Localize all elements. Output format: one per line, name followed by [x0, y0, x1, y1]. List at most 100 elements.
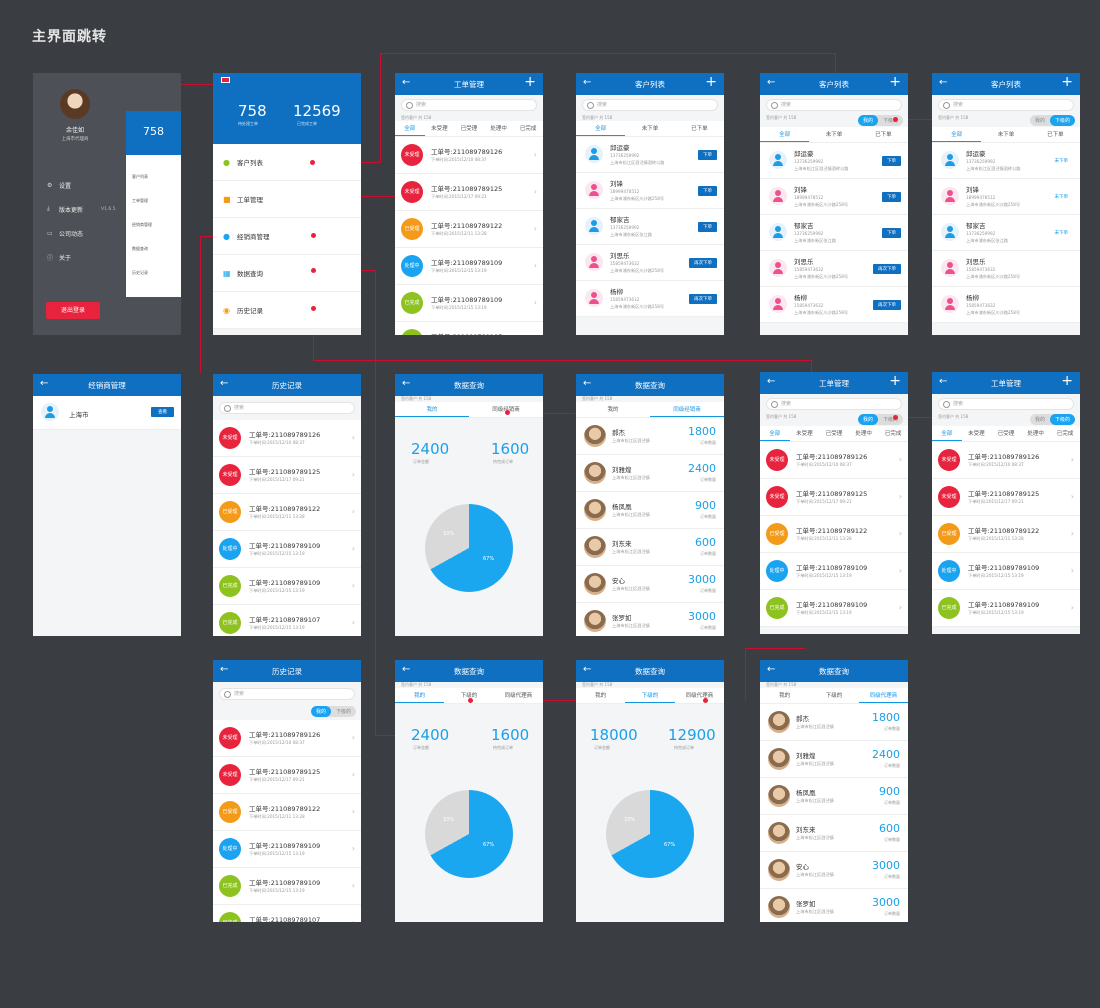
menu-item-history[interactable]: ◉ 历史记录: [213, 292, 361, 329]
list-item[interactable]: 未受理 工单号:211089789126 下单时间:2015/12/10 08:…: [395, 137, 543, 174]
tab-accepted[interactable]: 已受理: [454, 121, 484, 136]
tab-all[interactable]: 全部: [932, 127, 982, 142]
list-item[interactable]: 未受理 工单号:211089789125 下单时间:2015/12/17 09:…: [213, 457, 361, 494]
order-button[interactable]: 下单: [698, 222, 717, 232]
list-item[interactable]: 已完成 工单号:211089789107 下单时间:2015/12/15 13:…: [213, 905, 361, 922]
avatar[interactable]: [60, 89, 90, 119]
back-icon[interactable]: ←: [402, 664, 410, 675]
back-icon[interactable]: ←: [220, 664, 228, 675]
search-input[interactable]: 搜索: [938, 99, 1074, 111]
list-item[interactable]: 郁家吉 13736259992 上海市浦东新区张江路 下单: [760, 215, 908, 251]
order-button[interactable]: 未下单: [1049, 156, 1073, 166]
list-item[interactable]: 已受理 工单号:211089789122 下单时间:2015/12/11 13:…: [213, 494, 361, 531]
tab-ordered[interactable]: 已下单: [1031, 127, 1080, 142]
menu-item-dealers[interactable]: ● 经销商管理: [213, 218, 361, 255]
list-item[interactable]: 刘东来 上海市松江区泗泾镇 600 订单数量: [760, 815, 908, 852]
list-item[interactable]: 已受理 工单号:211089789122 下单时间:2015/12/11 13:…: [932, 516, 1080, 553]
tab-all[interactable]: 全部: [395, 121, 425, 136]
menu-about[interactable]: ⓘ 关于: [47, 245, 127, 269]
list-item[interactable]: 郝杰 上海市松江区泗泾镇 1800 订单数量: [760, 704, 908, 741]
back-icon[interactable]: ←: [767, 77, 775, 88]
list-item[interactable]: 刘雅煌 上海市松江区泗泾镇 2400 订单数量: [576, 455, 724, 492]
search-input[interactable]: 搜索: [219, 688, 355, 700]
back-icon[interactable]: ←: [402, 77, 410, 88]
tab-mine[interactable]: 我的: [576, 402, 650, 417]
list-item[interactable]: 已完成 工单号:211089789107 下单时间:2015/12/15 13:…: [395, 322, 543, 335]
dealer-row[interactable]: 上海市 查看: [33, 396, 181, 430]
back-icon[interactable]: ←: [939, 376, 947, 387]
menu-item-customers[interactable]: ● 客户列表: [213, 144, 361, 181]
list-item[interactable]: 已完成 工单号:211089789109 下单时间:2015/12/15 13:…: [932, 590, 1080, 627]
order-button[interactable]: 再次下单: [689, 258, 717, 268]
tab-not-ordered[interactable]: 未下单: [625, 121, 674, 136]
list-item[interactable]: 已受理 工单号:211089789122 下单时间:2015/12/11 13:…: [395, 211, 543, 248]
list-item[interactable]: 安心 上海市松江区泗泾镇 3000 订单数量: [760, 852, 908, 889]
order-button[interactable]: 未下单: [1049, 192, 1073, 202]
menu-item-data[interactable]: ▦ 数据查询: [213, 255, 361, 292]
flag-icon[interactable]: [221, 77, 230, 83]
list-item[interactable]: 处理中 工单号:211089789109 下单时间:2015/12/15 13:…: [213, 831, 361, 868]
list-item[interactable]: 已受理 工单号:211089789122 下单时间:2015/12/11 13:…: [760, 516, 908, 553]
list-item[interactable]: 处理中 工单号:211089789109 下单时间:2015/12/15 13:…: [760, 553, 908, 590]
list-item[interactable]: 未受理 工单号:211089789125 下单时间:2015/12/17 09:…: [760, 479, 908, 516]
back-icon[interactable]: ←: [939, 77, 947, 88]
list-item[interactable]: 刘锋 18999478512 上海市浦东新区川沙路258号 未下单: [932, 179, 1080, 215]
list-item[interactable]: 未受理 工单号:211089789126 下单时间:2015/12/10 08:…: [932, 442, 1080, 479]
add-icon[interactable]: +: [1061, 74, 1073, 90]
view-button[interactable]: 查看: [151, 407, 174, 417]
back-icon[interactable]: ←: [40, 378, 48, 389]
list-item[interactable]: 郁家吉 13736259992 上海市浦东新区张江路 未下单: [932, 215, 1080, 251]
menu-item-work-orders[interactable]: ■ 工单管理: [213, 181, 361, 218]
scope-toggle[interactable]: 我的 下级的: [1029, 115, 1075, 126]
list-item[interactable]: 郁家吉 13736259992 上海市浦东新区张江路 下单: [576, 209, 724, 245]
list-item[interactable]: 刘锋 18999478512 上海市浦东新区川沙路258号 下单: [576, 173, 724, 209]
search-input[interactable]: 搜索: [219, 402, 355, 414]
add-icon[interactable]: +: [889, 373, 901, 389]
back-icon[interactable]: ←: [402, 378, 410, 389]
tab-processing[interactable]: 处理中: [484, 121, 514, 136]
menu-settings[interactable]: ⚙ 设置: [47, 173, 127, 197]
order-button[interactable]: 未下单: [1049, 228, 1073, 238]
list-item[interactable]: 已完成 工单号:211089789109 下单时间:2015/12/15 13:…: [213, 868, 361, 905]
tab-all[interactable]: 全部: [760, 127, 810, 142]
list-item[interactable]: 邱运豪 13736259992 上海市松江区泗泾镇泗砖公路 未下单: [932, 143, 1080, 179]
search-input[interactable]: 搜索: [401, 99, 537, 111]
scope-toggle[interactable]: 我的 下级的: [310, 706, 356, 717]
back-icon[interactable]: ←: [583, 77, 591, 88]
list-item[interactable]: 未受理 工单号:211089789125 下单时间:2015/12/17 09:…: [213, 757, 361, 794]
tab-peer-dealers[interactable]: 同级经销商: [650, 402, 724, 417]
list-item[interactable]: 杨柳 15859473632 上海市浦东新区川沙路258号 再次下单: [576, 281, 724, 317]
list-item[interactable]: 未受理 工单号:211089789125 下单时间:2015/12/17 09:…: [395, 174, 543, 211]
search-input[interactable]: 搜索: [938, 398, 1074, 410]
list-item[interactable]: 杨柳 15859473632 上海市浦东新区川沙路258号 再次下单: [760, 287, 908, 323]
back-icon[interactable]: ←: [583, 664, 591, 675]
list-item[interactable]: 刘思乐 15859473632 上海市浦东新区川沙路258号 再次下单: [576, 245, 724, 281]
list-item[interactable]: 杨凤凰 上海市松江区泗泾镇 900 订单数量: [576, 492, 724, 529]
list-item[interactable]: 未受理 工单号:211089789126 下单时间:2015/12/10 08:…: [760, 442, 908, 479]
list-item[interactable]: 处理中 工单号:211089789109 下单时间:2015/12/15 13:…: [213, 531, 361, 568]
back-icon[interactable]: ←: [583, 378, 591, 389]
list-item[interactable]: 张罗如 上海市松江区泗泾镇 3000 订单数量: [576, 603, 724, 636]
order-button[interactable]: 下单: [882, 156, 901, 166]
add-icon[interactable]: +: [705, 74, 717, 90]
list-item[interactable]: 已受理 工单号:211089789122 下单时间:2015/12/11 13:…: [213, 794, 361, 831]
list-item[interactable]: 杨柳 15859473632 上海市浦东新区川沙路258号: [932, 287, 1080, 323]
order-button[interactable]: 再次下单: [689, 294, 717, 304]
list-item[interactable]: 处理中 工单号:211089789109 下单时间:2015/12/15 13:…: [395, 248, 543, 285]
menu-news[interactable]: ▭ 公司动态: [47, 221, 127, 245]
tab-mine[interactable]: 我的: [395, 402, 469, 417]
order-button[interactable]: 下单: [882, 228, 901, 238]
list-item[interactable]: 已完成 工单号:211089789109 下单时间:2015/12/15 13:…: [760, 590, 908, 627]
list-item[interactable]: 郝杰 上海市松江区泗泾镇 1800 订单数量: [576, 418, 724, 455]
list-item[interactable]: 邱运豪 13736259992 上海市松江区泗泾镇泗砖公路 下单: [576, 137, 724, 173]
menu-update[interactable]: ⤓ 版本更新 V1.6.5: [47, 197, 127, 221]
search-input[interactable]: 搜索: [582, 99, 718, 111]
list-item[interactable]: 刘雅煌 上海市松江区泗泾镇 2400 订单数量: [760, 741, 908, 778]
list-item[interactable]: 已完成 工单号:211089789109 下单时间:2015/12/15 13:…: [213, 568, 361, 605]
list-item[interactable]: 邱运豪 13736259992 上海市松江区泗泾镇泗砖公路 下单: [760, 143, 908, 179]
list-item[interactable]: 已完成 工单号:211089789107 下单时间:2015/12/15 13:…: [213, 605, 361, 636]
add-icon[interactable]: +: [1061, 373, 1073, 389]
tab-ordered[interactable]: 已下单: [859, 127, 908, 142]
list-item[interactable]: 刘锋 18999478512 上海市浦东新区川沙路258号 下单: [760, 179, 908, 215]
order-button[interactable]: 再次下单: [873, 300, 901, 310]
